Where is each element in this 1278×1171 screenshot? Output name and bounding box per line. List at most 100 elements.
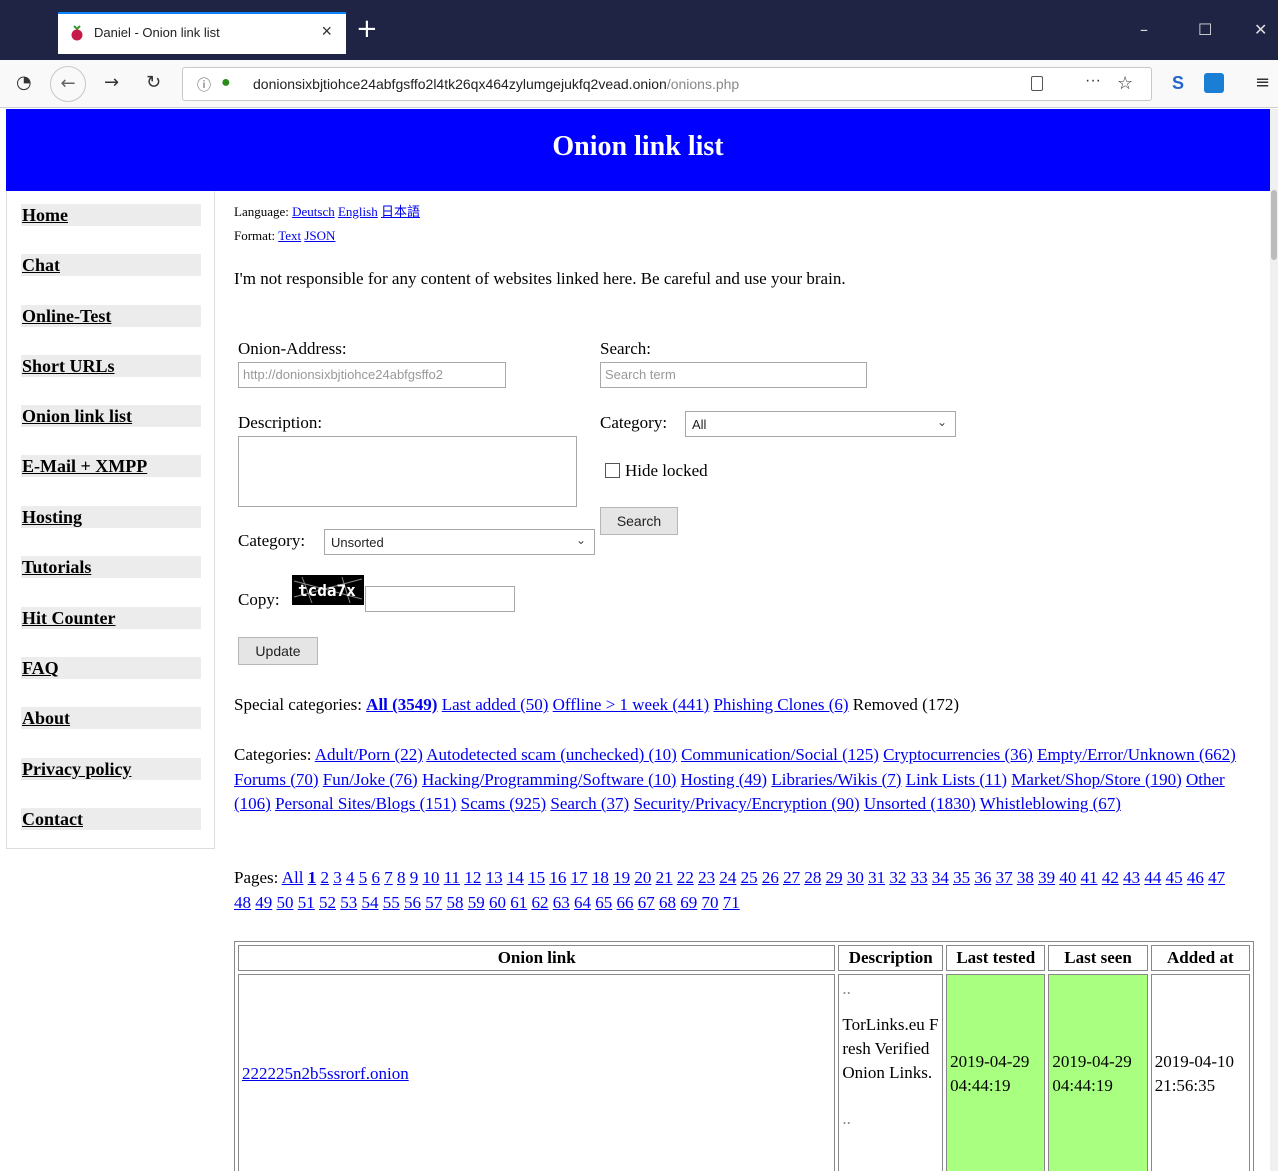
page-link[interactable]: 60 — [489, 893, 506, 912]
page-link[interactable]: 16 — [549, 868, 566, 887]
page-link[interactable]: 21 — [656, 868, 673, 887]
format-text-link[interactable]: Text — [278, 228, 301, 243]
category-link[interactable]: Security/Privacy/Encryption (90) — [633, 794, 859, 813]
page-link[interactable]: 26 — [762, 868, 779, 887]
page-link[interactable]: 15 — [528, 868, 545, 887]
category-link[interactable]: Hacking/Programming/Software (10) — [422, 770, 676, 789]
page-link[interactable]: 11 — [444, 868, 460, 887]
page-link[interactable]: 53 — [340, 893, 357, 912]
page-link[interactable]: 27 — [783, 868, 800, 887]
onion-address-input[interactable]: http://donionsixbjtiohce24abfgsffo2 — [238, 362, 506, 388]
sidebar-item-tutorials[interactable]: Tutorials — [21, 556, 201, 578]
page-link[interactable]: 35 — [953, 868, 970, 887]
page-link[interactable]: 31 — [868, 868, 885, 887]
page-link[interactable]: 33 — [911, 868, 928, 887]
page-link[interactable]: 13 — [486, 868, 503, 887]
page-link[interactable]: 58 — [447, 893, 464, 912]
page-link[interactable]: 65 — [595, 893, 612, 912]
sidebar-item-home[interactable]: Home — [21, 204, 201, 226]
page-link[interactable]: 9 — [410, 868, 419, 887]
page-current-link[interactable]: 1 — [308, 868, 317, 887]
sidebar-item-online-test[interactable]: Online-Test — [21, 305, 201, 327]
lang-japanese-link[interactable]: 日本語 — [381, 204, 420, 219]
extension-blue-icon[interactable] — [1204, 73, 1224, 93]
special-offline-link[interactable]: Offline > 1 week (441) — [553, 695, 710, 714]
page-link[interactable]: 39 — [1038, 868, 1055, 887]
sidebar-item-onion-link-list[interactable]: Onion link list — [21, 405, 201, 427]
page-link[interactable]: 69 — [680, 893, 697, 912]
special-last-added-link[interactable]: Last added (50) — [442, 695, 549, 714]
page-link[interactable]: 36 — [974, 868, 991, 887]
hide-locked-checkbox[interactable] — [605, 463, 620, 478]
bookmark-star-icon[interactable]: ☆ — [1117, 73, 1133, 94]
page-link[interactable]: 68 — [659, 893, 676, 912]
page-link[interactable]: 30 — [847, 868, 864, 887]
sidebar-item-hosting[interactable]: Hosting — [21, 506, 201, 528]
reader-view-icon[interactable] — [1031, 76, 1043, 91]
page-link[interactable]: 40 — [1059, 868, 1076, 887]
new-tab-icon[interactable]: + — [356, 16, 378, 42]
category-link[interactable]: Market/Shop/Store (190) — [1011, 770, 1181, 789]
address-bar[interactable]: ⓘ ● donionsixbjtiohce24abfgsffo2l4tk26qx… — [182, 67, 1152, 101]
page-link[interactable]: 20 — [634, 868, 651, 887]
page-link[interactable]: 56 — [404, 893, 421, 912]
page-link[interactable]: 48 — [234, 893, 251, 912]
lang-deutsch-link[interactable]: Deutsch — [292, 204, 335, 219]
sidebar-item-faq[interactable]: FAQ — [21, 657, 201, 679]
page-link[interactable]: 3 — [333, 868, 342, 887]
page-link[interactable]: 34 — [932, 868, 949, 887]
page-link[interactable]: 12 — [464, 868, 481, 887]
page-link[interactable]: 45 — [1166, 868, 1183, 887]
tor-onion-icon[interactable]: ◔ — [16, 72, 32, 93]
page-link[interactable]: 46 — [1187, 868, 1204, 887]
category-link[interactable]: Whistleblowing (67) — [980, 794, 1121, 813]
page-link[interactable]: 2 — [320, 868, 329, 887]
page-link[interactable]: 6 — [371, 868, 380, 887]
page-link[interactable]: 5 — [359, 868, 368, 887]
reload-icon[interactable]: ↻ — [146, 72, 161, 93]
search-input[interactable]: Search term — [600, 362, 867, 388]
onion-link[interactable]: 222225n2b5ssrorf.onion — [242, 1064, 409, 1083]
page-link[interactable]: 49 — [255, 893, 272, 912]
category-select[interactable]: Unsorted ⌄ — [324, 529, 595, 555]
page-link[interactable]: 50 — [277, 893, 294, 912]
category-link[interactable]: Link Lists (11) — [906, 770, 1007, 789]
page-link[interactable]: 29 — [826, 868, 843, 887]
sidebar-item-hit-counter[interactable]: Hit Counter — [21, 607, 201, 629]
page-link[interactable]: 32 — [889, 868, 906, 887]
format-json-link[interactable]: JSON — [304, 228, 335, 243]
search-category-select[interactable]: All ⌄ — [685, 411, 956, 437]
page-link[interactable]: 23 — [698, 868, 715, 887]
page-link[interactable]: 47 — [1208, 868, 1225, 887]
page-link[interactable]: 18 — [592, 868, 609, 887]
page-link[interactable]: 54 — [362, 893, 379, 912]
category-link[interactable]: Fun/Joke (76) — [323, 770, 418, 789]
category-link[interactable]: Cryptocurrencies (36) — [883, 745, 1033, 764]
page-all-link[interactable]: All — [282, 868, 304, 887]
page-link[interactable]: 17 — [571, 868, 588, 887]
page-link[interactable]: 59 — [468, 893, 485, 912]
sidebar-item-privacy-policy[interactable]: Privacy policy — [21, 758, 201, 780]
page-link[interactable]: 10 — [422, 868, 439, 887]
search-button[interactable]: Search — [600, 507, 678, 535]
page-link[interactable]: 8 — [397, 868, 406, 887]
page-link[interactable]: 52 — [319, 893, 336, 912]
hamburger-menu-icon[interactable]: ≡ — [1255, 72, 1270, 93]
scrollbar-thumb[interactable] — [1271, 190, 1277, 260]
sidebar-item-email-xmpp[interactable]: E-Mail + XMPP — [21, 455, 201, 477]
page-link[interactable]: 67 — [638, 893, 655, 912]
page-link[interactable]: 57 — [425, 893, 442, 912]
lang-english-link[interactable]: English — [338, 204, 378, 219]
page-link[interactable]: 22 — [677, 868, 694, 887]
category-link[interactable]: Autodetected scam (unchecked) (10) — [426, 745, 677, 764]
browser-tab[interactable]: Daniel - Onion link list × — [58, 12, 346, 54]
page-link[interactable]: 38 — [1017, 868, 1034, 887]
description-textarea[interactable] — [238, 436, 577, 507]
category-link[interactable]: Empty/Error/Unknown (662) — [1037, 745, 1236, 764]
page-link[interactable]: 41 — [1081, 868, 1098, 887]
page-link[interactable]: 43 — [1123, 868, 1140, 887]
forward-icon[interactable]: → — [104, 72, 119, 93]
minimize-icon[interactable]: – — [1140, 20, 1148, 39]
page-link[interactable]: 66 — [617, 893, 634, 912]
page-link[interactable]: 25 — [741, 868, 758, 887]
